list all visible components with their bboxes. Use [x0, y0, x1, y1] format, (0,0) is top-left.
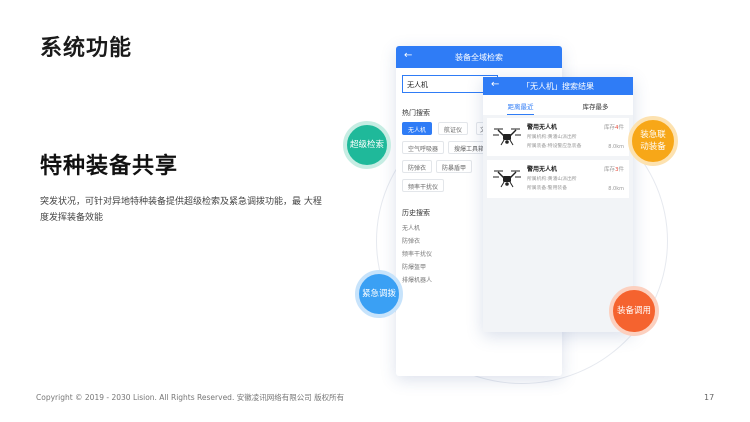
history-item[interactable]: 无人机: [402, 223, 420, 232]
tab-nearest[interactable]: 距离最近: [483, 95, 558, 115]
transfer-bubble: 装备调用: [609, 286, 659, 336]
page-number: 17: [704, 393, 715, 402]
history-item[interactable]: 频率干扰仪: [402, 249, 432, 258]
result-card[interactable]: 警用无人机 所属机构:黄潘山派出所 所属装备:特设警应急装备 库存4件 8.0k…: [487, 118, 629, 156]
hot-search-label: 热门搜索: [402, 109, 430, 117]
tab-most-stock[interactable]: 库存最多: [558, 95, 633, 115]
item-category: 所属装备:特设警应急装备: [527, 144, 582, 149]
hot-tag[interactable]: 空气呼吸器: [402, 141, 445, 154]
results-title: 「无人机」搜索结果: [522, 81, 594, 91]
description: 突发状况，可针对异地特种装备提供超级检索及紧急调拨功能，最 大程度发挥装备效能: [40, 197, 322, 223]
slide-title: 系统功能: [40, 36, 133, 61]
footer-copyright: Copyright © 2019 - 2030 Lision. All Righ…: [36, 393, 345, 402]
linkage-bubble: 装急联动装备: [628, 116, 678, 166]
history-label: 历史搜索: [402, 209, 430, 217]
result-card[interactable]: 警用无人机 所属机构:黄潘山派出所 所属装备:警用装备 库存3件 8.0km: [487, 160, 629, 198]
arrow-left-icon[interactable]: ←: [404, 50, 412, 61]
arrow-left-icon[interactable]: ←: [491, 79, 499, 90]
headline: 特种装备共享: [40, 154, 179, 179]
hot-tag[interactable]: 航证仪: [438, 122, 469, 135]
results-screen: ← 「无人机」搜索结果 距离最近 库存最多 警用无人机 所属机构:黄潘山派出所 …: [483, 77, 633, 332]
hot-tag[interactable]: 无人机: [402, 122, 433, 135]
item-distance: 8.0km: [608, 186, 624, 192]
item-distance: 8.0km: [608, 144, 624, 150]
item-stock: 库存4件: [603, 125, 624, 131]
history-item[interactable]: 防爆盔甲: [402, 262, 426, 271]
item-name: 警用无人机: [527, 166, 558, 173]
item-category: 所属装备:警用装备: [527, 186, 567, 191]
hot-tag[interactable]: 防弹衣: [402, 160, 433, 173]
dispatch-bubble: 紧急调拨: [355, 270, 403, 318]
item-name: 警用无人机: [527, 124, 558, 131]
results-header: ← 「无人机」搜索结果: [483, 77, 633, 95]
drone-icon: [493, 128, 521, 146]
item-stock: 库存3件: [603, 167, 624, 173]
drone-icon: [493, 170, 521, 188]
hot-tag[interactable]: 频率干扰仪: [402, 179, 445, 192]
history-item[interactable]: 防弹衣: [402, 236, 420, 245]
item-org: 所属机构:黄潘山派出所: [527, 135, 577, 140]
item-org: 所属机构:黄潘山派出所: [527, 177, 577, 182]
hot-tag[interactable]: 防暴盾甲: [436, 160, 473, 173]
super-search-bubble: 超级检索: [343, 121, 391, 169]
search-title: 装备全域检索: [455, 52, 503, 62]
search-header: ← 装备全域检索: [396, 46, 562, 68]
history-item[interactable]: 排爆机器人: [402, 275, 432, 284]
results-tabs: 距离最近 库存最多: [483, 95, 633, 115]
